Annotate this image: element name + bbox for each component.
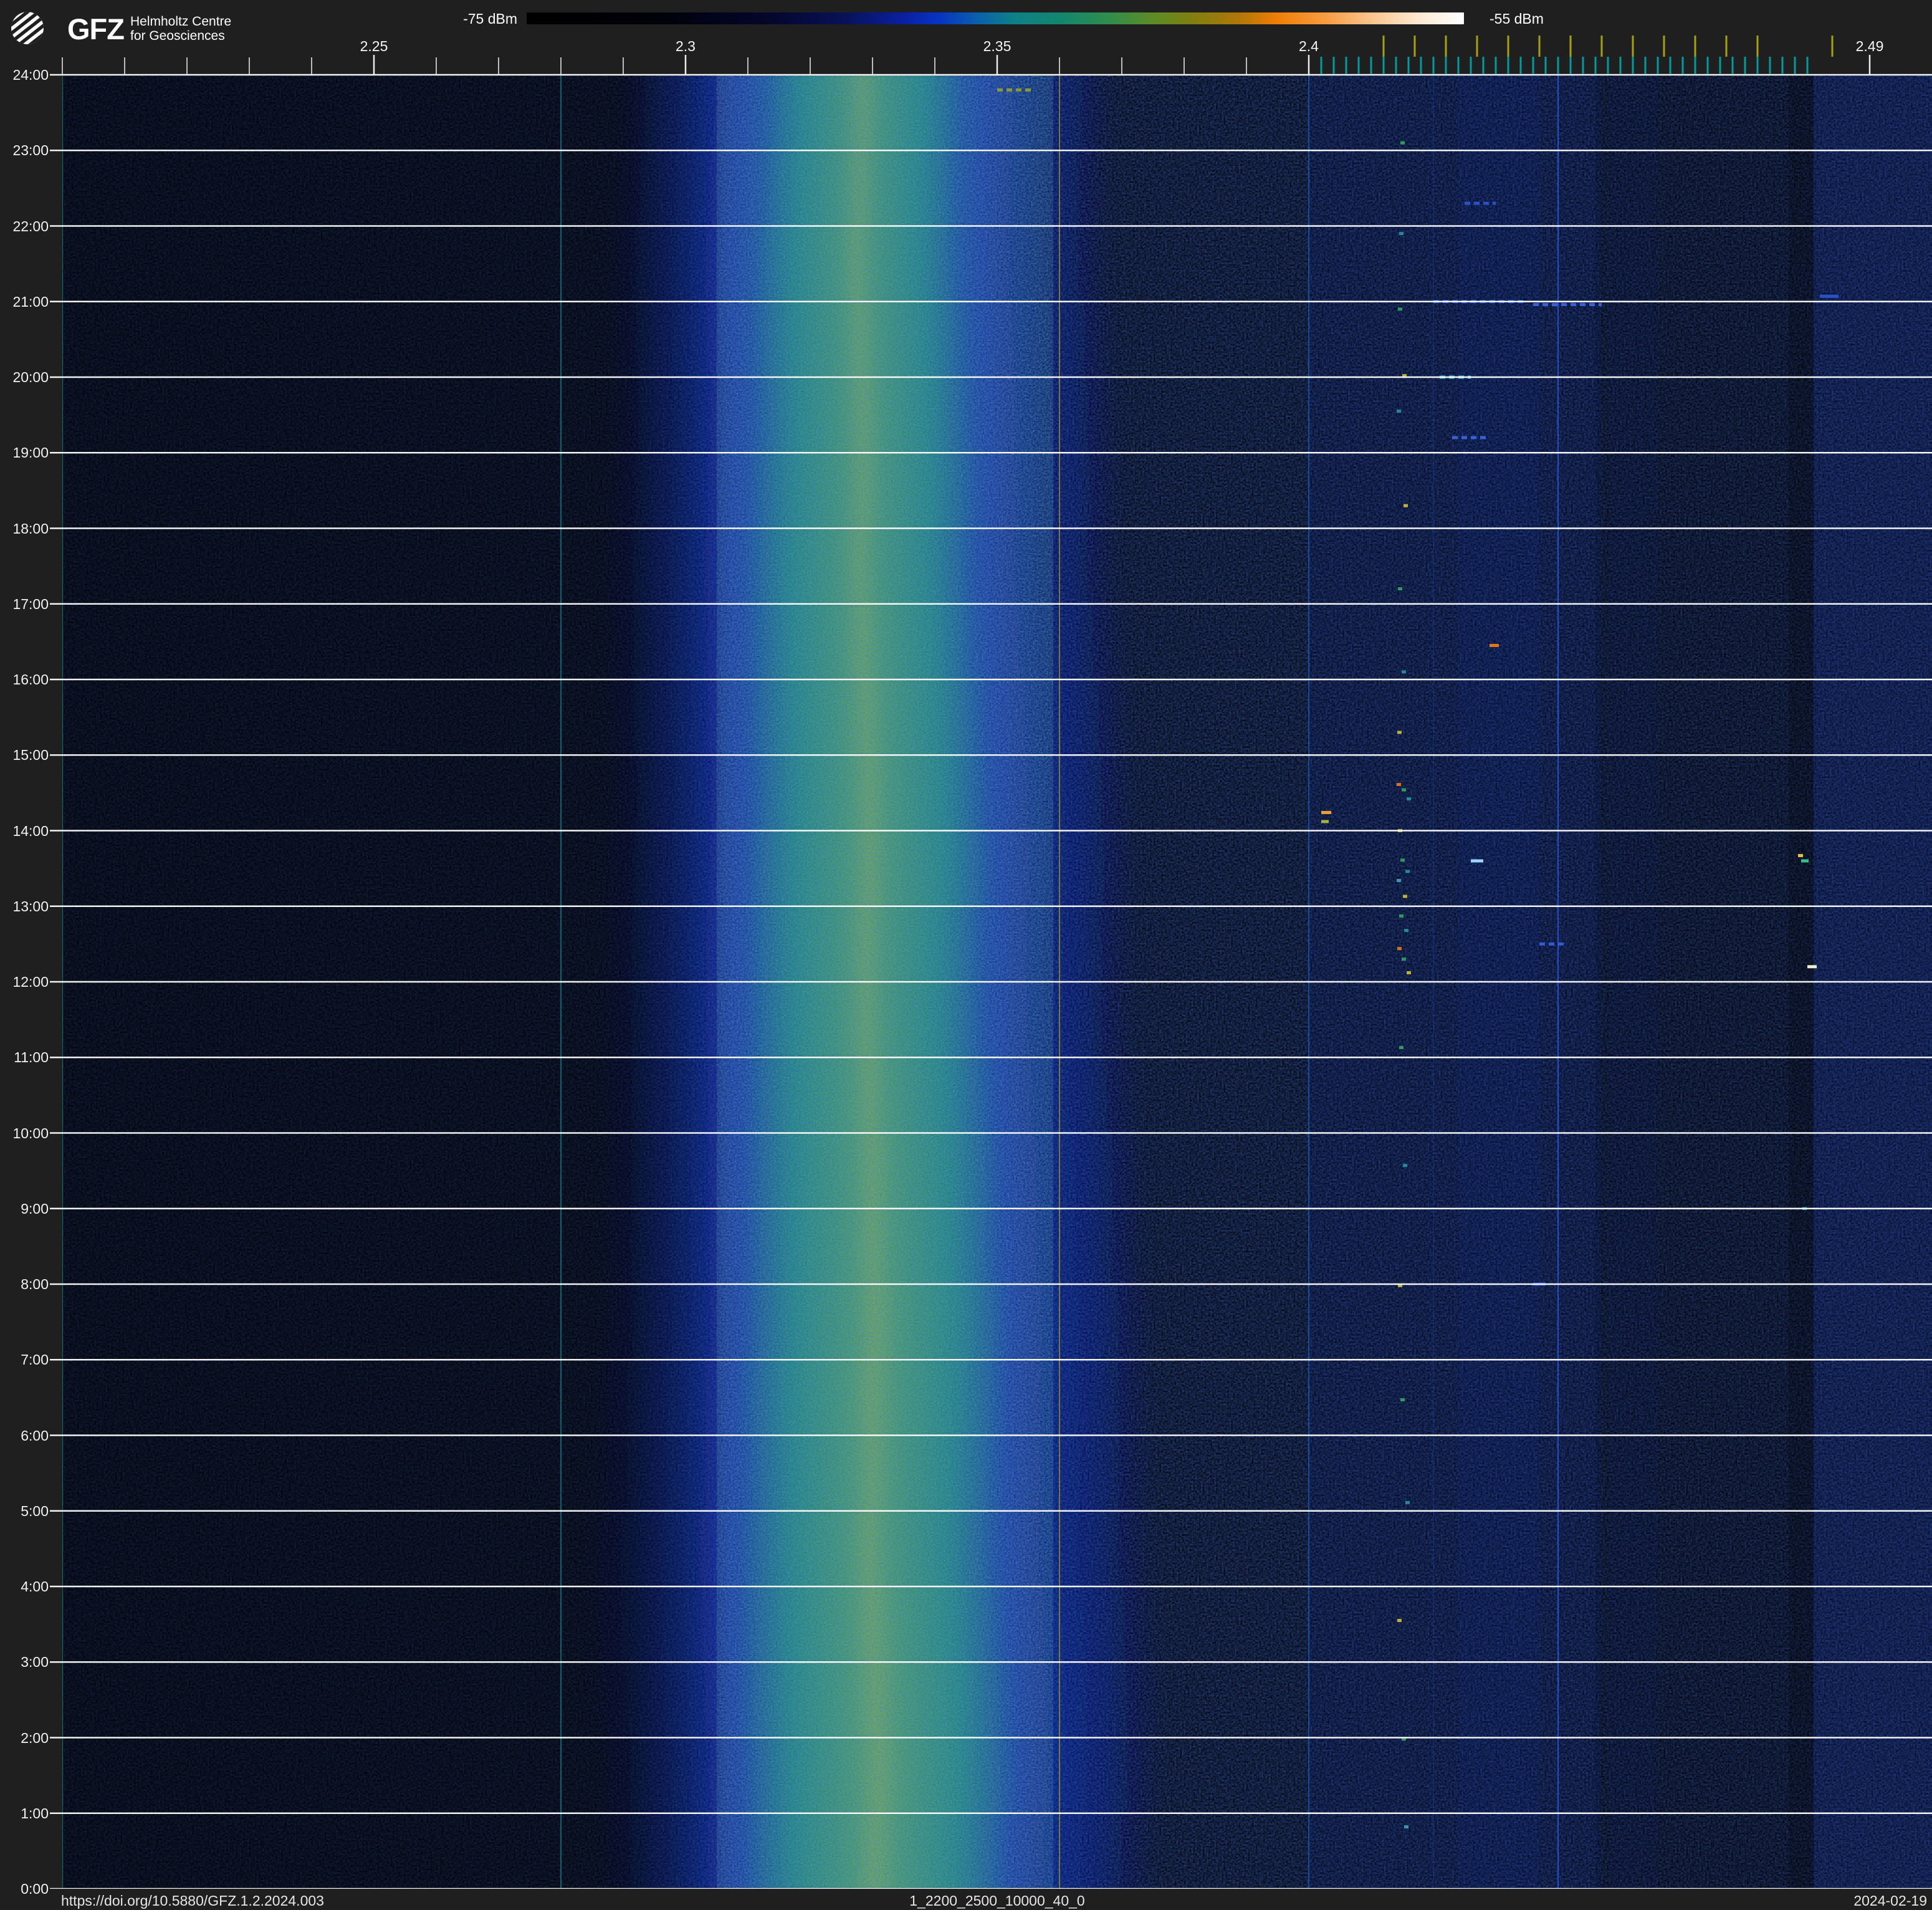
time-label: 14:00 xyxy=(12,822,49,839)
doi-text: https://doi.org/10.5880/GFZ.1.2.2024.003 xyxy=(61,1893,324,1909)
time-label: 22:00 xyxy=(12,218,49,234)
speck-mark xyxy=(1404,504,1408,507)
time-label: 8:00 xyxy=(21,1276,49,1292)
time-label: 16:00 xyxy=(12,671,49,688)
speck-mark xyxy=(1402,788,1406,792)
speck-mark xyxy=(1400,858,1405,862)
speck-mark xyxy=(1397,783,1401,787)
freq-tick-label: 2.25 xyxy=(360,38,388,54)
speck-mark xyxy=(1398,587,1402,590)
time-label: 6:00 xyxy=(21,1427,49,1444)
speck-mark xyxy=(1402,957,1406,961)
speck-mark xyxy=(1403,1164,1407,1168)
speck-mark xyxy=(1397,947,1402,951)
freq-tick-label: 2.4 xyxy=(1299,38,1319,54)
spectrogram-canvas xyxy=(0,0,1932,1910)
freq-tick-label: 2.49 xyxy=(1855,38,1884,54)
speck-mark xyxy=(1407,971,1411,974)
time-label: 9:00 xyxy=(21,1200,49,1217)
speck-mark xyxy=(1399,914,1404,918)
time-label: 5:00 xyxy=(21,1502,49,1519)
speck-mark xyxy=(1403,895,1407,898)
time-label: 11:00 xyxy=(14,1049,49,1066)
speck-mark xyxy=(1405,1500,1410,1504)
date-text: 2024-02-19 xyxy=(1853,1893,1927,1909)
time-label: 18:00 xyxy=(12,520,49,537)
gfz-wordmark: GFZ xyxy=(67,12,125,46)
colorbar-max-label: -55 dBm xyxy=(1490,11,1544,27)
logo-spacer xyxy=(11,9,60,49)
speck-mark xyxy=(1399,232,1404,236)
time-label: 2:00 xyxy=(21,1729,49,1746)
speck-mark xyxy=(1397,879,1401,883)
freq-tick-label: 2.35 xyxy=(983,38,1011,54)
time-label: 19:00 xyxy=(12,444,49,461)
colorbar-min-label: -75 dBm xyxy=(463,11,517,27)
logo-block: GFZ Helmholtz Centre for Geosciences xyxy=(11,9,231,49)
time-label: 24:00 xyxy=(12,67,49,83)
speck-mark xyxy=(1397,1619,1402,1623)
speck-mark xyxy=(1400,1398,1405,1402)
org-name-line2: for Geosciences xyxy=(130,29,225,43)
time-label: 10:00 xyxy=(12,1125,49,1141)
time-label: 1:00 xyxy=(21,1805,49,1821)
time-label: 17:00 xyxy=(12,595,49,612)
speck-mark xyxy=(1404,1825,1408,1829)
speck-mark xyxy=(1404,929,1408,933)
dataset-name-text: 1_2200_2500_10000_40_0 xyxy=(909,1893,1085,1909)
power-colorbar xyxy=(527,12,1464,24)
speck-mark xyxy=(1399,1045,1404,1049)
org-name-line1: Helmholtz Centre xyxy=(130,14,232,29)
time-label: 21:00 xyxy=(12,293,49,310)
org-name: Helmholtz Centre for Geosciences xyxy=(130,14,231,43)
speck-mark xyxy=(1402,670,1406,674)
time-label: 4:00 xyxy=(21,1578,49,1595)
time-label: 0:00 xyxy=(21,1881,49,1897)
time-label: 15:00 xyxy=(12,747,49,764)
time-label: 20:00 xyxy=(12,369,49,385)
time-label: 3:00 xyxy=(21,1654,49,1671)
speck-mark xyxy=(1400,141,1405,145)
time-label: 7:00 xyxy=(21,1351,49,1368)
speck-mark xyxy=(1397,731,1402,734)
time-label: 12:00 xyxy=(12,974,49,990)
speck-mark xyxy=(1398,307,1402,311)
speck-mark xyxy=(1407,797,1411,801)
freq-tick-label: 2.3 xyxy=(676,38,696,54)
time-label: 13:00 xyxy=(12,898,49,914)
speck-mark xyxy=(1397,410,1401,413)
time-label: 23:00 xyxy=(12,142,49,159)
speck-mark xyxy=(1405,870,1410,873)
